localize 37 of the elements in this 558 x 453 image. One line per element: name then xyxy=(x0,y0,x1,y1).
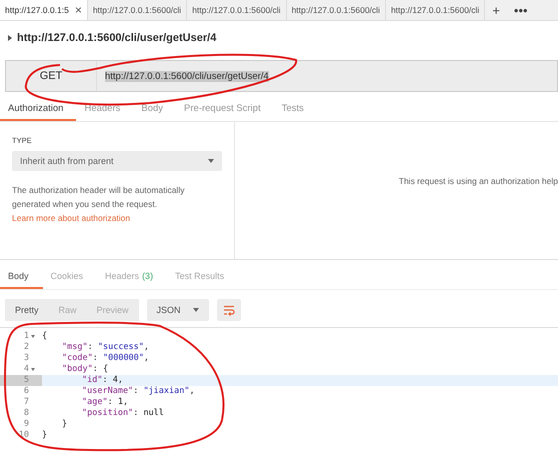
request-tab[interactable]: http://127.0.0.1:5600/cli xyxy=(286,0,386,20)
line-number: 4 xyxy=(22,364,29,375)
code-line: "code": "000000", xyxy=(62,353,150,364)
fold-arrow-icon[interactable] xyxy=(31,335,35,338)
response-tab[interactable]: Body xyxy=(0,264,43,289)
line-number: 5 xyxy=(22,375,29,386)
line-number: 8 xyxy=(22,408,29,419)
auth-type-dropdown[interactable]: Inherit auth from parent xyxy=(12,151,222,171)
code-line: } xyxy=(42,430,48,441)
line-number: 9 xyxy=(22,419,29,430)
code-line: "msg": "success", xyxy=(62,342,150,353)
code-line: "userName": "jiaxian", xyxy=(82,386,195,397)
close-icon[interactable]: × xyxy=(74,3,82,17)
line-number: 6 xyxy=(22,386,29,397)
request-tab[interactable]: http://127.0.0.1:5 × xyxy=(0,0,88,20)
line-number: 2 xyxy=(22,342,29,353)
format-dropdown[interactable]: JSON xyxy=(146,299,209,321)
request-section-tab[interactable]: Authorization xyxy=(0,97,76,121)
wrap-icon xyxy=(222,304,235,316)
new-tab-button[interactable]: + xyxy=(485,0,507,20)
code-line: "age": 1, xyxy=(82,397,128,408)
line-number: 7 xyxy=(22,397,29,408)
auth-info-text: This request is using an authorization help xyxy=(398,176,558,186)
code-line: "id": 4, xyxy=(82,375,123,386)
line-number: 3 xyxy=(22,353,29,364)
wrap-lines-button[interactable] xyxy=(216,299,241,321)
request-title: http://127.0.0.1:5600/cli/user/getUser/4 xyxy=(17,32,216,44)
auth-description: The authorization header will be automatically generated when you send the request. Learn more about authorization xyxy=(12,184,186,225)
expand-caret-icon[interactable] xyxy=(8,35,12,41)
code-line: "position": null xyxy=(82,408,164,419)
code-line: } xyxy=(62,419,68,430)
fold-arrow-icon[interactable] xyxy=(31,368,35,371)
line-number: 1 xyxy=(22,331,29,342)
code-line: "body": { xyxy=(62,364,108,375)
code-line: { xyxy=(42,331,48,342)
more-button[interactable]: ••• xyxy=(506,0,535,20)
learn-more-link[interactable]: Learn more about authorization xyxy=(12,213,130,223)
